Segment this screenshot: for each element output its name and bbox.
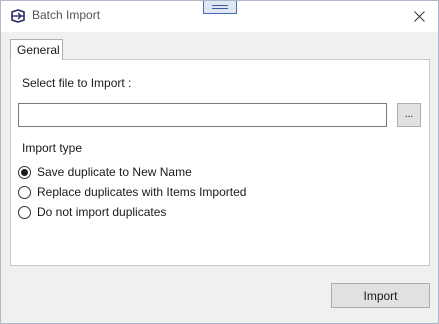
radio-save-duplicate-new-name[interactable]: Save duplicate to New Name — [18, 165, 192, 179]
close-icon — [413, 10, 425, 22]
browse-button[interactable]: ... — [397, 103, 421, 127]
general-tab-panel — [10, 59, 430, 266]
batch-import-dialog: Batch Import General Select file to Impo… — [0, 0, 439, 324]
radio-label: Replace duplicates with Items Imported — [37, 185, 247, 199]
radio-label: Save duplicate to New Name — [37, 165, 192, 179]
radio-replace-duplicates[interactable]: Replace duplicates with Items Imported — [18, 185, 246, 199]
batch-import-app-icon — [11, 9, 25, 23]
radio-button[interactable] — [18, 205, 31, 219]
file-path-input[interactable] — [18, 103, 387, 127]
radio-button-checked[interactable] — [18, 165, 31, 179]
tab-general[interactable]: General — [10, 39, 63, 60]
select-file-label: Select file to Import : — [22, 76, 132, 90]
drag-handle-icon[interactable] — [203, 1, 237, 14]
radio-label: Do not import duplicates — [37, 205, 167, 219]
import-type-label: Import type — [22, 141, 83, 155]
radio-do-not-import-duplicates[interactable]: Do not import duplicates — [18, 205, 166, 219]
import-button[interactable]: Import — [331, 283, 430, 308]
tab-general-label: General — [17, 43, 60, 57]
title-bar[interactable]: Batch Import — [1, 1, 438, 32]
window-title: Batch Import — [32, 8, 101, 22]
radio-button[interactable] — [18, 185, 31, 199]
close-button[interactable] — [405, 5, 433, 27]
